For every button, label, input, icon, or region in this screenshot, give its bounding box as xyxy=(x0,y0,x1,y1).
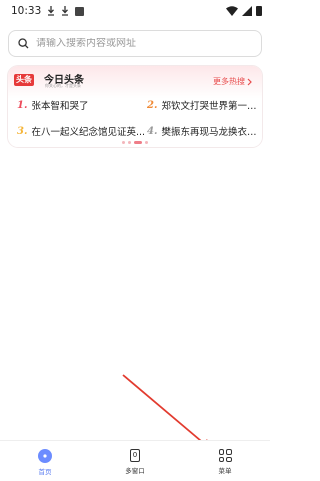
hot-item-title: 在八一起义纪念馆见证英... xyxy=(31,127,146,138)
download-icon xyxy=(48,6,55,16)
search-icon xyxy=(18,38,29,49)
status-right xyxy=(226,6,262,16)
tab-menu[interactable]: 菜单 xyxy=(180,441,270,481)
bottom-tab-bar: 首页 0 多窗口 菜单 xyxy=(0,440,270,481)
carousel-dot xyxy=(145,141,148,144)
carousel-dot-active xyxy=(134,141,142,144)
window-count: 0 xyxy=(132,451,138,459)
status-left: 10:33 xyxy=(11,5,85,17)
hot-item[interactable]: 2. 郑钦文打哭世界第一斯瓦... xyxy=(147,98,257,113)
search-input[interactable] xyxy=(36,38,236,49)
tab-label: 首页 xyxy=(38,468,52,476)
notification-icon xyxy=(75,6,85,16)
home-icon xyxy=(38,449,52,463)
more-hot-link[interactable]: 更多热搜 xyxy=(213,76,252,87)
windows-icon: 0 xyxy=(130,449,140,462)
hot-list: 1. 张本智和哭了 2. 郑钦文打哭世界第一斯瓦... 3. 在八一起义纪念馆见… xyxy=(17,98,257,139)
hot-item[interactable]: 1. 张本智和哭了 xyxy=(17,98,147,113)
carousel-dots xyxy=(8,141,262,144)
download-icon xyxy=(62,6,69,16)
more-hot-label: 更多热搜 xyxy=(213,77,245,86)
carousel-dot xyxy=(128,141,131,144)
carousel-dot xyxy=(122,141,125,144)
status-time: 10:33 xyxy=(11,5,42,17)
tab-label: 多窗口 xyxy=(125,467,145,475)
search-bar[interactable] xyxy=(8,30,262,57)
tab-label: 菜单 xyxy=(218,467,232,475)
hot-search-card[interactable]: 头条 今日头条 你关心的，才是头条 更多热搜 1. 张本智和哭了 2. 郑钦文打… xyxy=(8,66,262,147)
rank-number: 1. xyxy=(17,99,28,111)
hot-item[interactable]: 4. 樊振东再现马龙换衣翻盘 xyxy=(147,124,257,139)
toutiao-slogan: 你关心的，才是头条 xyxy=(45,83,81,88)
hot-item-title: 郑钦文打哭世界第一斯瓦... xyxy=(161,101,257,112)
rank-number: 2. xyxy=(147,99,158,111)
tab-home[interactable]: 首页 xyxy=(0,441,90,481)
chevron-right-icon xyxy=(247,78,252,85)
signal-icon xyxy=(242,6,252,16)
toutiao-logo-badge: 头条 xyxy=(14,74,34,86)
hot-item-title: 张本智和哭了 xyxy=(31,101,89,112)
rank-number: 4. xyxy=(147,125,158,137)
rank-number: 3. xyxy=(17,125,28,137)
menu-grid-icon xyxy=(218,449,232,462)
hot-search-header: 头条 今日头条 你关心的，才是头条 更多热搜 xyxy=(8,66,262,88)
tab-multi-window[interactable]: 0 多窗口 xyxy=(90,441,180,481)
battery-icon xyxy=(256,6,262,16)
status-bar: 10:33 xyxy=(0,0,270,22)
hot-item-title: 樊振东再现马龙换衣翻盘 xyxy=(161,127,257,138)
hot-item[interactable]: 3. 在八一起义纪念馆见证英... xyxy=(17,124,147,139)
wifi-icon xyxy=(226,6,238,16)
